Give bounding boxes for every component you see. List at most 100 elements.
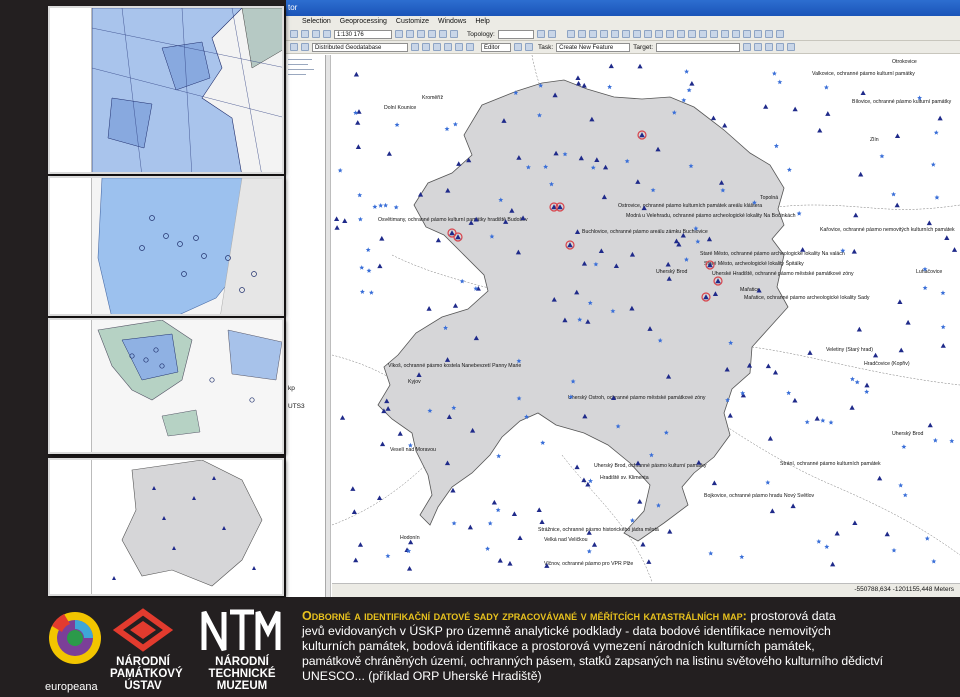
- map-label[interactable]: Modrá u Velehradu, ochranné pásmo archeo…: [626, 213, 796, 219]
- map-label[interactable]: Topolná: [760, 195, 778, 201]
- menu-windows[interactable]: Windows: [438, 16, 466, 28]
- menu-customize[interactable]: Customize: [396, 16, 429, 28]
- tool-9-icon[interactable]: [654, 30, 663, 38]
- toc-entry[interactable]: [288, 69, 314, 70]
- toc-entry[interactable]: [288, 74, 306, 75]
- toolbar-grip-icon[interactable]: [290, 43, 298, 51]
- add-data-icon[interactable]: [290, 30, 298, 38]
- map-label[interactable]: Buchlovice, ochranné pásmo areálu zámku …: [582, 229, 708, 235]
- editor-menu[interactable]: Editor: [481, 42, 511, 52]
- zoom-out-icon[interactable]: [406, 30, 414, 38]
- menu-geoprocessing[interactable]: Geoprocessing: [340, 16, 387, 28]
- topology-validate-icon[interactable]: [547, 30, 556, 38]
- map-label[interactable]: Zlín: [870, 137, 879, 143]
- tool-16-icon[interactable]: [731, 30, 740, 38]
- map-label[interactable]: Vlčnov, ochranné pásmo pro VPR Plže: [544, 561, 633, 567]
- tool-19-icon[interactable]: [764, 30, 773, 38]
- topology-select[interactable]: [497, 29, 534, 39]
- table-of-contents: kp UTS3: [286, 55, 326, 597]
- map-label[interactable]: Bílovice, ochranné pásmo kulturní památk…: [852, 99, 952, 105]
- map-label[interactable]: Hradčovice (Kopřiv): [864, 361, 910, 367]
- map-label[interactable]: Kařovice, ochranné pásmo nemovitých kult…: [820, 227, 955, 233]
- map-label[interactable]: Uherské Hradiště, ochranné pásmo městské…: [712, 271, 854, 277]
- map-label[interactable]: Kroměříž: [422, 95, 443, 101]
- full-extent-icon[interactable]: [428, 30, 436, 38]
- copy-icon[interactable]: [312, 30, 320, 38]
- map-label[interactable]: Ostrovice, ochranné pásmo kulturních pam…: [618, 203, 762, 209]
- sketch-properties-icon[interactable]: [754, 43, 763, 51]
- editor-toolbar: Distributed Geodatabase Editor Task: Cre…: [286, 41, 960, 54]
- tool-12-icon[interactable]: [687, 30, 696, 38]
- map-label[interactable]: Uherský Brod, ochranné pásmo kulturní pa…: [594, 463, 707, 469]
- tool-13-icon[interactable]: [698, 30, 707, 38]
- map-label[interactable]: Veletiny (Starý hrad): [826, 347, 873, 353]
- check-out-icon[interactable]: [433, 43, 441, 51]
- tool-11-icon[interactable]: [676, 30, 685, 38]
- cut-icon[interactable]: [301, 30, 309, 38]
- menu-selection[interactable]: Selection: [302, 16, 331, 28]
- map-view[interactable]: Otrokovice Valkovice, ochranné pásmo kult…: [332, 55, 960, 582]
- map-label[interactable]: Hodonín: [400, 535, 420, 541]
- toc-entry[interactable]: [288, 64, 308, 65]
- zoom-in-icon[interactable]: [395, 30, 403, 38]
- identify-icon[interactable]: [439, 30, 447, 38]
- map-label[interactable]: Staré Město, ochranné pásmo archeologick…: [700, 251, 845, 257]
- map-canvas[interactable]: Otrokovice Valkovice, ochranné pásmo kult…: [332, 55, 960, 582]
- tool-10-icon[interactable]: [665, 30, 674, 38]
- map-label[interactable]: Veselí nad Moravou: [390, 447, 436, 453]
- tool-4-icon[interactable]: [599, 30, 608, 38]
- tool-1-icon[interactable]: [566, 30, 575, 38]
- target-select[interactable]: [656, 42, 741, 52]
- tool-6-icon[interactable]: [621, 30, 630, 38]
- paste-icon[interactable]: [323, 30, 331, 38]
- tool-3-icon[interactable]: [588, 30, 597, 38]
- attributes-icon[interactable]: [743, 43, 752, 51]
- map-label[interactable]: Uherský Ostroh, ochranné pásmo městské p…: [568, 395, 706, 401]
- select-icon[interactable]: [450, 30, 458, 38]
- geodatabase-select[interactable]: Distributed Geodatabase: [312, 42, 408, 52]
- menu-help[interactable]: Help: [475, 16, 489, 28]
- sync-icon[interactable]: [411, 43, 419, 51]
- pan-icon[interactable]: [417, 30, 425, 38]
- map-label[interactable]: Uherský Brod: [892, 431, 924, 437]
- toc-scrollbar[interactable]: [326, 55, 331, 597]
- tool-15-icon[interactable]: [720, 30, 729, 38]
- map-label[interactable]: Velká nad Veličkou: [544, 537, 588, 543]
- tool-7-icon[interactable]: [632, 30, 641, 38]
- replica-icon[interactable]: [422, 43, 430, 51]
- tool-18-icon[interactable]: [753, 30, 762, 38]
- map-label[interactable]: Mařatice, ochranné pásmo archeologické l…: [744, 295, 870, 301]
- map-label[interactable]: Vlkoš, ochranné pásmo kostela Nanebevzet…: [388, 363, 521, 369]
- edit-vertices-icon[interactable]: [525, 43, 533, 51]
- map-label[interactable]: Strání, ochranné pásmo kulturních památe…: [780, 461, 881, 467]
- map-label[interactable]: Hradiště sv. Klimenta: [600, 475, 649, 481]
- sketch-tool-icon[interactable]: [514, 43, 522, 51]
- topology-label: Topology:: [467, 30, 495, 38]
- tool-17-icon[interactable]: [742, 30, 751, 38]
- import-icon[interactable]: [466, 43, 474, 51]
- merge-tool-icon[interactable]: [787, 43, 796, 51]
- task-select[interactable]: Create New Feature: [556, 42, 631, 52]
- tool-14-icon[interactable]: [709, 30, 718, 38]
- map-label[interactable]: Luhačovice: [916, 269, 942, 275]
- check-in-icon[interactable]: [444, 43, 452, 51]
- map-label[interactable]: Otrokovice: [892, 59, 917, 65]
- map-label[interactable]: Staré Město, archeologické lokality Špit…: [704, 260, 804, 267]
- topology-edit-icon[interactable]: [536, 30, 545, 38]
- tool-5-icon[interactable]: [610, 30, 619, 38]
- export-icon[interactable]: [455, 43, 463, 51]
- tool-20-icon[interactable]: [775, 30, 784, 38]
- scale-select[interactable]: 1:130 176: [334, 29, 392, 39]
- map-label[interactable]: Strážnice, ochranné pásmo historického j…: [538, 527, 659, 533]
- split-tool-icon[interactable]: [765, 43, 774, 51]
- map-label[interactable]: Dolní Kounice: [384, 105, 416, 111]
- tool-8-icon[interactable]: [643, 30, 652, 38]
- map-label[interactable]: Bojkovice, ochranné pásmo hradu Nový Svě…: [704, 493, 815, 499]
- rotate-tool-icon[interactable]: [776, 43, 785, 51]
- tool-2-icon[interactable]: [577, 30, 586, 38]
- map-label[interactable]: Kyjov: [408, 379, 421, 385]
- toc-entry[interactable]: [288, 59, 312, 60]
- map-label[interactable]: Uherský Brod: [656, 269, 688, 275]
- map-label[interactable]: Valkovice, ochranné pásmo kulturní památ…: [812, 71, 915, 77]
- geodatabase-icon[interactable]: [301, 43, 309, 51]
